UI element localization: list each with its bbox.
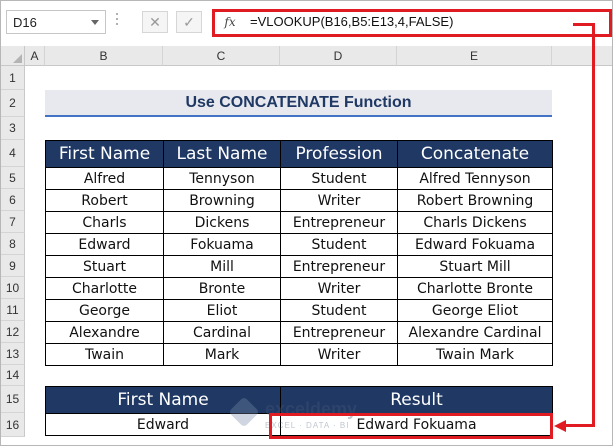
table-cell[interactable]: Alexandre Cardinal	[397, 321, 553, 344]
row-header-2[interactable]: 2	[1, 90, 25, 117]
table-row: Edward Fokuama Student Edward Fokuama	[45, 233, 553, 256]
table-header-row: First Name Last Name Profession Concaten…	[45, 140, 553, 168]
column-header-blank	[552, 46, 612, 66]
column-header-e[interactable]: E	[397, 46, 552, 66]
header-first-name[interactable]: First Name	[45, 140, 164, 168]
row-header-10[interactable]: 10	[1, 277, 25, 299]
table-cell[interactable]: Charlotte	[45, 277, 164, 300]
table-cell[interactable]: Browning	[163, 189, 281, 212]
row-header-12[interactable]: 12	[1, 321, 25, 343]
table-cell[interactable]: Mill	[163, 255, 281, 278]
row-header-4[interactable]: 4	[1, 140, 25, 167]
table-cell[interactable]: Charlotte Bronte	[397, 277, 553, 300]
table-cell[interactable]: Fokuama	[163, 233, 281, 256]
lookup-header-row: First Name Result	[45, 386, 553, 414]
header-profession[interactable]: Profession	[280, 140, 398, 168]
table-cell[interactable]: Writer	[280, 189, 398, 212]
cancel-icon[interactable]: ✕	[142, 11, 168, 33]
chevron-down-icon[interactable]	[91, 20, 99, 25]
table-cell[interactable]: Twain	[45, 343, 164, 366]
table-cell[interactable]: Tennyson	[163, 167, 281, 190]
table-cell[interactable]: Alexandre	[45, 321, 164, 344]
table-cell[interactable]: Bronte	[163, 277, 281, 300]
row-header-1[interactable]: 1	[1, 66, 25, 90]
row-header-14[interactable]: 14	[1, 365, 25, 386]
connector-line-top	[573, 23, 595, 26]
table-cell[interactable]: George Eliot	[397, 299, 553, 322]
row-header-6[interactable]: 6	[1, 189, 25, 211]
connector-line-bottom	[561, 424, 595, 427]
table-cell[interactable]: Writer	[280, 343, 398, 366]
check-icon[interactable]: ✓	[176, 11, 202, 33]
table-cell[interactable]: Entrepreneur	[280, 211, 398, 234]
table-cell[interactable]: Charls	[45, 211, 164, 234]
connector-line-vertical	[592, 23, 595, 426]
table-cell[interactable]: Charls Dickens	[397, 211, 553, 234]
table-row: Robert Browning Writer Robert Browning	[45, 189, 553, 212]
sheet-title[interactable]: Use CONCATENATE Function	[45, 90, 552, 117]
table-cell[interactable]: Mark	[163, 343, 281, 366]
table-cell[interactable]: George	[45, 299, 164, 322]
table-cell[interactable]: Student	[280, 167, 398, 190]
table-cell[interactable]: Stuart Mill	[397, 255, 553, 278]
name-box[interactable]: D16	[6, 10, 106, 34]
table-row: Charls Dickens Entrepreneur Charls Dicke…	[45, 211, 553, 234]
table-cell[interactable]: Alfred	[45, 167, 164, 190]
row-header-5[interactable]: 5	[1, 167, 25, 189]
table-cell[interactable]: Writer	[280, 277, 398, 300]
column-header-a[interactable]: A	[25, 46, 45, 66]
row-header-7[interactable]: 7	[1, 211, 25, 233]
row-header-13[interactable]: 13	[1, 343, 25, 365]
row-header-16[interactable]: 16	[1, 413, 25, 437]
table-cell[interactable]: Twain Mark	[397, 343, 553, 366]
table-cell[interactable]: Student	[280, 233, 398, 256]
table-cell[interactable]: Eliot	[163, 299, 281, 322]
table-cell[interactable]: Robert	[45, 189, 164, 212]
lookup-input-cell[interactable]: Edward	[45, 413, 281, 436]
column-header-b[interactable]: B	[45, 46, 163, 66]
arrow-left-icon	[554, 420, 566, 432]
table-row: Twain Mark Writer Twain Mark	[45, 343, 553, 366]
lookup-header-first-name[interactable]: First Name	[45, 386, 281, 414]
table-cell[interactable]: Entrepreneur	[280, 321, 398, 344]
table-row: Alexandre Cardinal Entrepreneur Alexandr…	[45, 321, 553, 344]
name-box-value: D16	[13, 15, 37, 30]
column-header-c[interactable]: C	[163, 46, 280, 66]
header-concatenate[interactable]: Concatenate	[397, 140, 553, 168]
row-header-15[interactable]: 15	[1, 386, 25, 413]
row-header-3[interactable]: 3	[1, 117, 25, 140]
grip-icon[interactable]	[116, 13, 119, 31]
row-header-11[interactable]: 11	[1, 299, 25, 321]
table-cell[interactable]: Entrepreneur	[280, 255, 398, 278]
result-highlight-box	[269, 413, 553, 439]
lookup-header-result[interactable]: Result	[280, 386, 553, 414]
row-header-8[interactable]: 8	[1, 233, 25, 255]
table-cell[interactable]: Robert Browning	[397, 189, 553, 212]
table-cell[interactable]: Stuart	[45, 255, 164, 278]
data-table: First Name Last Name Profession Concaten…	[45, 140, 553, 366]
table-cell[interactable]: Edward	[45, 233, 164, 256]
formula-bar: D16 ✕ ✓ fx =VLOOKUP(B16,B5:E13,4,FALSE)	[1, 1, 612, 43]
table-cell[interactable]: Dickens	[163, 211, 281, 234]
spreadsheet-window: D16 ✕ ✓ fx =VLOOKUP(B16,B5:E13,4,FALSE) …	[0, 0, 613, 446]
row-header-9[interactable]: 9	[1, 255, 25, 277]
table-cell[interactable]: Student	[280, 299, 398, 322]
table-cell[interactable]: Edward Fokuama	[397, 233, 553, 256]
select-all-corner[interactable]	[1, 46, 25, 66]
formula-highlight-box	[212, 9, 612, 37]
table-row: Stuart Mill Entrepreneur Stuart Mill	[45, 255, 553, 278]
table-row: George Eliot Student George Eliot	[45, 299, 553, 322]
table-row: Alfred Tennyson Student Alfred Tennyson	[45, 167, 553, 190]
table-row: Charlotte Bronte Writer Charlotte Bronte	[45, 277, 553, 300]
table-cell[interactable]: Alfred Tennyson	[397, 167, 553, 190]
table-cell[interactable]: Cardinal	[163, 321, 281, 344]
header-last-name[interactable]: Last Name	[163, 140, 281, 168]
column-header-d[interactable]: D	[280, 46, 397, 66]
